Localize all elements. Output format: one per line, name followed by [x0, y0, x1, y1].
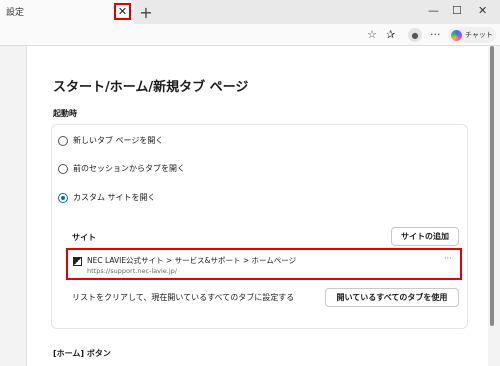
more-menu-icon[interactable]: ···: [430, 29, 441, 40]
sites-label: サイト: [72, 233, 96, 242]
option-previous-session[interactable]: 前のセッションからタブを開く: [58, 163, 185, 174]
chat-label: チャット: [465, 31, 493, 39]
option-label: カスタム サイトを開く: [73, 193, 156, 202]
tab-close-button[interactable]: ✕: [114, 3, 131, 20]
option-label: 新しいタブ ページを開く: [73, 136, 164, 145]
tab-bar: 設定 ✕ + — ☐ ✕: [0, 0, 500, 24]
copilot-icon: [451, 29, 462, 41]
radio-button-selected[interactable]: [58, 192, 68, 203]
option-label: 前のセッションからタブを開く: [73, 164, 185, 173]
radio-button[interactable]: [58, 135, 68, 146]
maximize-button[interactable]: ☐: [452, 4, 462, 17]
site-url: https://support.nec-lavie.jp/: [87, 267, 177, 275]
site-favicon-icon: [73, 257, 82, 266]
radio-button[interactable]: [58, 163, 68, 174]
page-title: スタート/ホーム/新規タブ ページ: [53, 80, 249, 95]
favorites-icon[interactable]: ✰: [386, 29, 395, 40]
profile-avatar[interactable]: ●: [408, 28, 422, 42]
new-tab-button[interactable]: +: [137, 3, 155, 22]
tab-settings[interactable]: 設定 ✕: [0, 0, 134, 24]
startup-section-label: 起動時: [53, 109, 77, 118]
scrollbar[interactable]: [490, 46, 494, 326]
clear-list-text: リストをクリアして、現在開いているすべてのタブに設定する: [72, 293, 295, 302]
site-row[interactable]: NEC LAVIE公式サイト > サービス&サポート > ホームページ http…: [66, 248, 462, 280]
option-custom-sites[interactable]: カスタム サイトを開く: [58, 192, 156, 203]
option-new-tab[interactable]: 新しいタブ ページを開く: [58, 135, 163, 146]
site-more-icon[interactable]: ···: [444, 254, 452, 263]
site-name: NEC LAVIE公式サイト > サービス&サポート > ホームページ: [87, 256, 297, 265]
star-icon[interactable]: ☆: [367, 29, 377, 40]
use-open-tabs-button[interactable]: 開いているすべてのタブを使用: [325, 288, 459, 307]
tab-title: 設定: [6, 8, 25, 18]
minimize-button[interactable]: —: [428, 4, 439, 17]
add-site-button[interactable]: サイトの追加: [391, 227, 459, 246]
home-button-section-label: [ホーム] ボタン: [53, 349, 111, 358]
window-close-button[interactable]: ✕: [478, 4, 487, 17]
close-icon: ✕: [117, 5, 128, 18]
copilot-chat-button[interactable]: チャット: [448, 27, 496, 43]
toolbar: ☆ ✰ ● ··· チャット: [0, 24, 500, 46]
